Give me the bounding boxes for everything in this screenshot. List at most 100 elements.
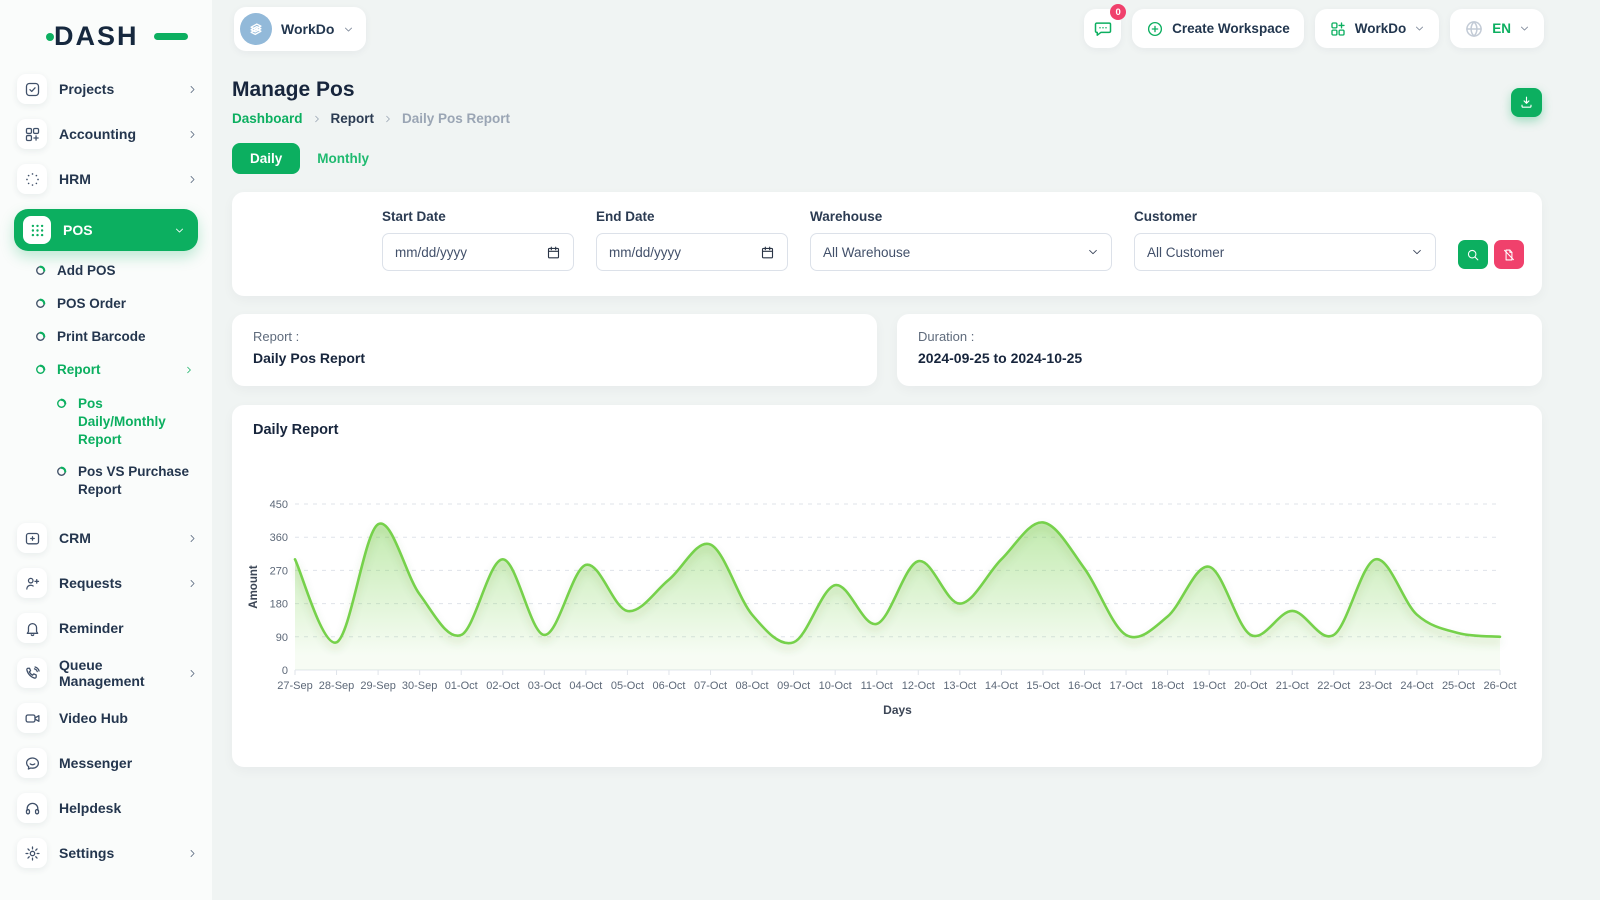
sidebar-item-pos-order[interactable]: POS Order	[35, 296, 194, 311]
sidebar-item-label: Helpdesk	[59, 800, 198, 816]
sidebar-item-hrm[interactable]: HRM	[17, 164, 198, 194]
start-date-field: Start Date mm/dd/yyyy	[382, 209, 574, 296]
logo-text: DASH	[54, 21, 139, 51]
sidebar-item-pos[interactable]: POS	[14, 209, 198, 251]
sidebar-item-label: Accounting	[59, 126, 175, 142]
svg-text:03-Oct: 03-Oct	[528, 680, 561, 692]
pos-icon	[29, 222, 46, 239]
chevron-down-icon	[1411, 246, 1423, 258]
sidebar-item-label: Report	[57, 362, 101, 377]
requests-icon	[17, 568, 47, 598]
sidebar-item-label: POS	[63, 222, 162, 238]
svg-text:10-Oct: 10-Oct	[819, 680, 852, 692]
sidebar-item-add-pos[interactable]: Add POS	[35, 263, 194, 278]
video-icon	[24, 710, 41, 727]
svg-text:14-Oct: 14-Oct	[985, 680, 1018, 692]
warehouse-label: Warehouse	[810, 209, 1112, 224]
svg-text:22-Oct: 22-Oct	[1317, 680, 1350, 692]
sidebar-item-settings[interactable]: Settings	[17, 838, 198, 868]
circle-bullet-icon	[56, 466, 67, 477]
sidebar-item-pos-daily-monthly-report[interactable]: Pos Daily/Monthly Report	[56, 395, 194, 448]
customer-field: Customer All Customer	[1134, 209, 1436, 296]
breadcrumb: Dashboard Report Daily Pos Report	[232, 111, 1542, 126]
duration-summary-card: Duration : 2024-09-25 to 2024-10-25	[897, 314, 1542, 386]
svg-text:15-Oct: 15-Oct	[1026, 680, 1059, 692]
sidebar-item-label: HRM	[59, 171, 175, 187]
reset-filter-button[interactable]	[1494, 240, 1524, 269]
customer-select[interactable]: All Customer	[1134, 233, 1436, 271]
report-value: Daily Pos Report	[253, 350, 856, 366]
sidebar-item-helpdesk[interactable]: Helpdesk	[17, 793, 198, 823]
tab-daily[interactable]: Daily	[232, 143, 300, 174]
sidebar-item-label: Messenger	[59, 755, 198, 771]
svg-text:27-Sep: 27-Sep	[277, 680, 312, 692]
sidebar: DASH Projects Accounting HRM POS Add POS POS …	[0, 0, 212, 900]
svg-text:24-Oct: 24-Oct	[1400, 680, 1433, 692]
requests-icon	[24, 575, 41, 592]
end-date-input[interactable]: mm/dd/yyyy	[596, 233, 788, 271]
sidebar-item-queue-management[interactable]: Queue Management	[17, 658, 198, 688]
sidebar-item-label: Pos Daily/Monthly Report	[78, 395, 194, 448]
circle-bullet-icon	[35, 331, 46, 342]
svg-text:07-Oct: 07-Oct	[694, 680, 727, 692]
sidebar-item-label: Settings	[59, 845, 175, 861]
svg-text:25-Oct: 25-Oct	[1442, 680, 1475, 692]
breadcrumb-report[interactable]: Report	[331, 111, 375, 126]
sidebar-item-accounting[interactable]: Accounting	[17, 119, 198, 149]
sidebar-item-report[interactable]: Report	[35, 362, 194, 377]
chevron-down-icon	[174, 225, 185, 236]
svg-text:02-Oct: 02-Oct	[486, 680, 519, 692]
page-title: Manage Pos	[232, 78, 1542, 102]
breadcrumb-dashboard[interactable]: Dashboard	[232, 111, 303, 126]
summary-row: Report : Daily Pos Report Duration : 202…	[232, 314, 1542, 386]
svg-text:08-Oct: 08-Oct	[736, 680, 769, 692]
download-button[interactable]	[1511, 88, 1542, 117]
warehouse-select[interactable]: All Warehouse	[810, 233, 1112, 271]
sidebar-item-reminder[interactable]: Reminder	[17, 613, 198, 643]
sidebar-item-label: Print Barcode	[57, 329, 146, 344]
customer-value: All Customer	[1147, 245, 1224, 260]
svg-text:17-Oct: 17-Oct	[1110, 680, 1143, 692]
sidebar-item-video-hub[interactable]: Video Hub	[17, 703, 198, 733]
sidebar-item-pos-vs-purchase-report[interactable]: Pos VS Purchase Report	[56, 463, 194, 499]
chart-svg: 09018027036045027-Sep28-Sep29-Sep30-Sep0…	[232, 442, 1542, 754]
download-icon	[1519, 95, 1534, 110]
sidebar-item-requests[interactable]: Requests	[17, 568, 198, 598]
start-date-input[interactable]: mm/dd/yyyy	[382, 233, 574, 271]
sidebar-item-label: Projects	[59, 81, 175, 97]
chevron-right-icon	[187, 84, 198, 95]
tab-monthly[interactable]: Monthly	[317, 151, 369, 166]
svg-text:01-Oct: 01-Oct	[445, 680, 478, 692]
circle-bullet-icon	[35, 265, 46, 276]
svg-text:06-Oct: 06-Oct	[652, 680, 685, 692]
helpdesk-icon	[24, 800, 41, 817]
logo-dot	[46, 33, 54, 41]
start-date-placeholder: mm/dd/yyyy	[395, 245, 467, 260]
settings-icon	[17, 838, 47, 868]
main-content: Manage Pos Dashboard Report Daily Pos Re…	[232, 0, 1542, 767]
queue-icon	[24, 665, 41, 682]
svg-text:20-Oct: 20-Oct	[1234, 680, 1267, 692]
reminder-icon	[17, 613, 47, 643]
svg-text:04-Oct: 04-Oct	[569, 680, 602, 692]
search-icon	[1466, 248, 1480, 262]
circle-bullet-icon	[35, 364, 46, 375]
sidebar-item-crm[interactable]: CRM	[17, 523, 198, 553]
sidebar-item-print-barcode[interactable]: Print Barcode	[35, 329, 194, 344]
dash-logo[interactable]: DASH	[54, 20, 174, 52]
sidebar-item-label: POS Order	[57, 296, 126, 311]
accounting-icon	[24, 126, 41, 143]
search-button[interactable]	[1458, 240, 1488, 269]
svg-text:09-Oct: 09-Oct	[777, 680, 810, 692]
calendar-icon[interactable]	[760, 245, 775, 260]
area-chart: 09018027036045027-Sep28-Sep29-Sep30-Sep0…	[232, 442, 1542, 759]
svg-text:29-Sep: 29-Sep	[360, 680, 395, 692]
svg-text:30-Sep: 30-Sep	[402, 680, 437, 692]
projects-icon	[24, 81, 41, 98]
calendar-icon[interactable]	[546, 245, 561, 260]
filter-actions	[1458, 240, 1524, 296]
sidebar-item-messenger[interactable]: Messenger	[17, 748, 198, 778]
chevron-right-icon	[187, 174, 198, 185]
projects-icon	[17, 74, 47, 104]
sidebar-item-projects[interactable]: Projects	[17, 74, 198, 104]
